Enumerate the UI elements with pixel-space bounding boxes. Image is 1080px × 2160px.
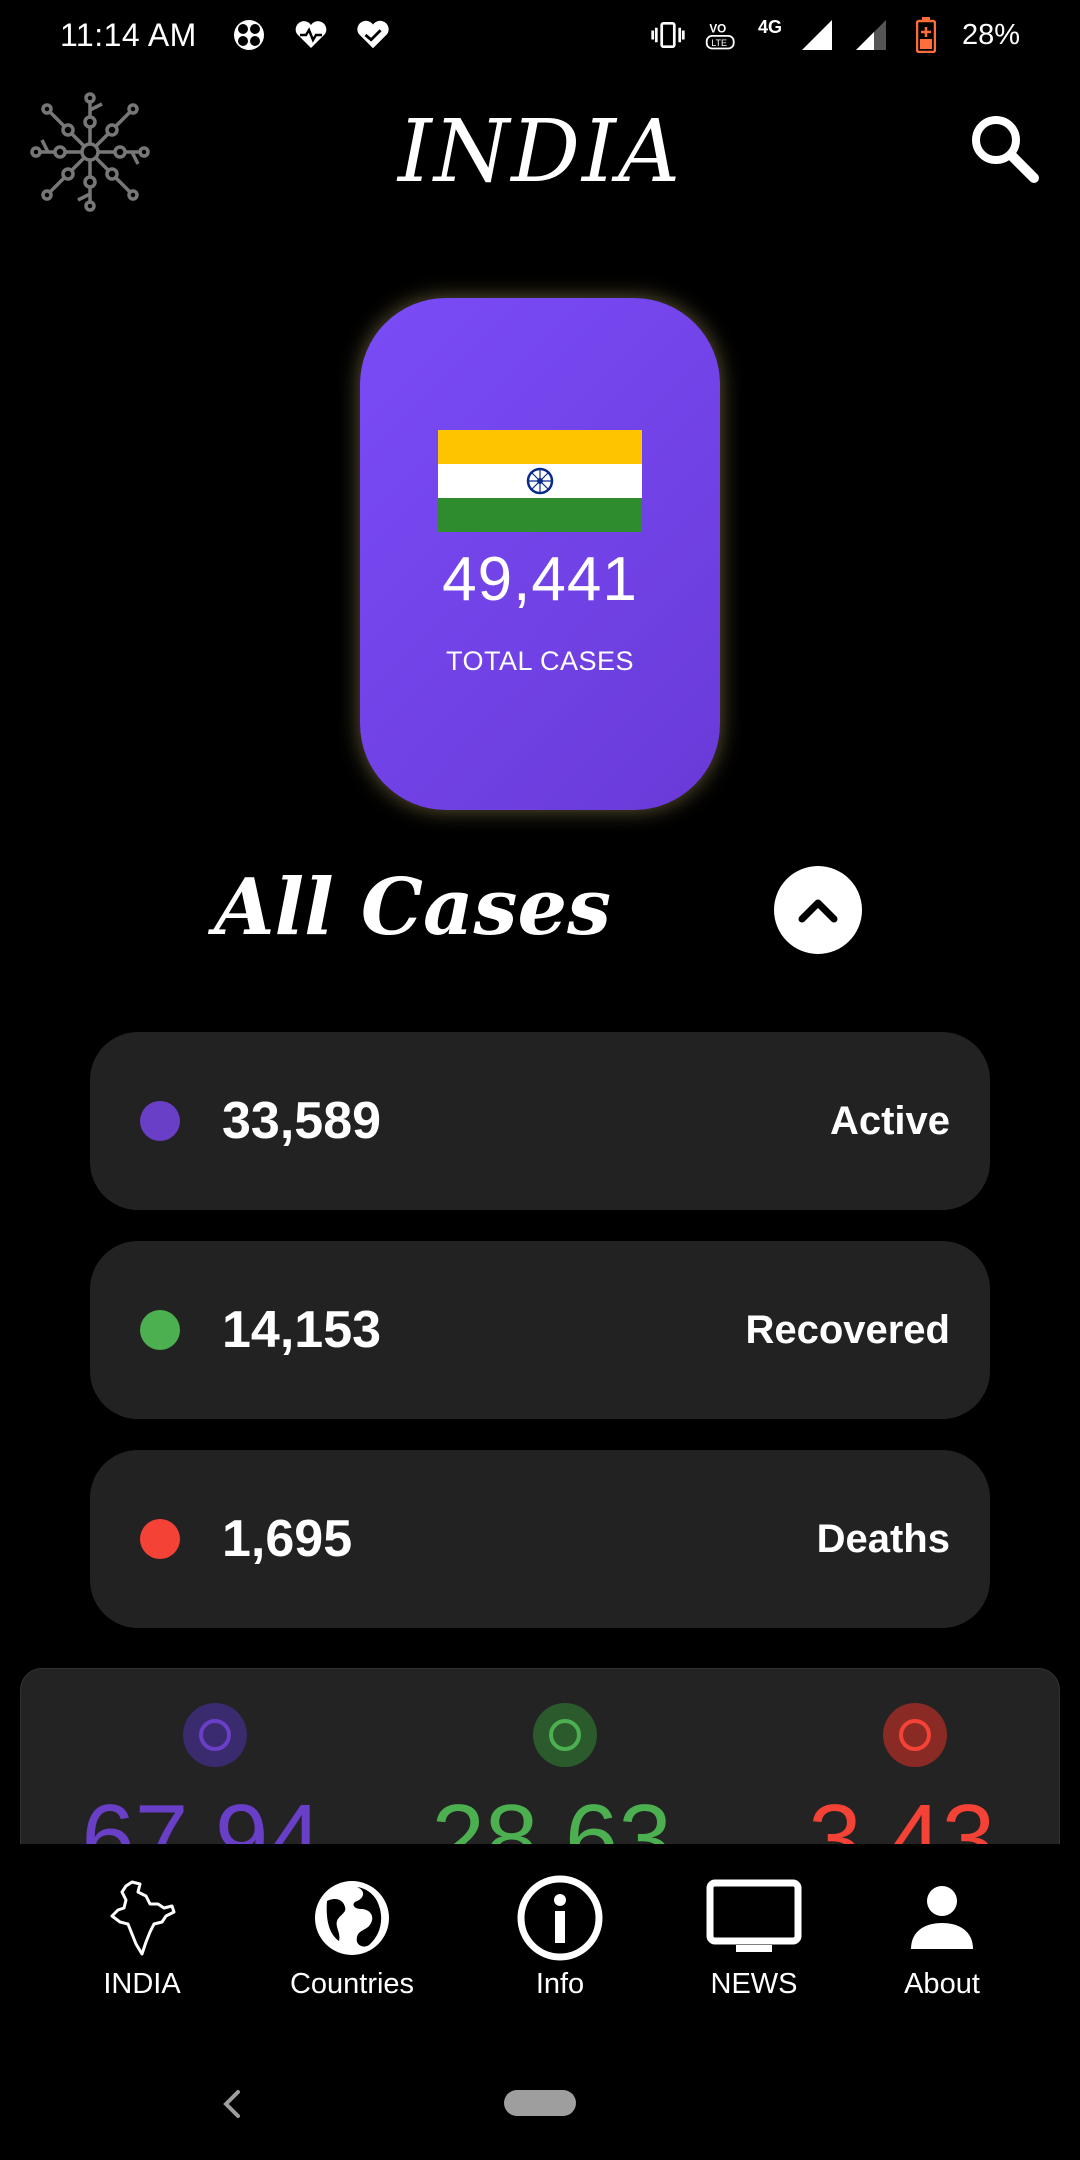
svg-text:VO: VO xyxy=(709,22,726,35)
vibrate-icon xyxy=(650,17,686,53)
health-icon xyxy=(293,17,329,53)
chevron-up-icon xyxy=(798,899,838,923)
nav-countries[interactable]: Countries xyxy=(262,1870,442,2001)
nav-countries-label: Countries xyxy=(289,1968,415,2000)
bottom-nav: INDIA Countries Info NEWS About xyxy=(0,1844,1080,2004)
recovered-count: 14,153 xyxy=(222,1301,382,1359)
section-title: All Cases xyxy=(214,862,612,953)
total-cases-card[interactable]: 49,441 TOTAL CASES xyxy=(360,298,720,810)
signal-2-icon xyxy=(854,17,890,53)
nav-info-label: Info xyxy=(535,1968,585,2000)
battery-icon xyxy=(908,17,944,53)
deaths-percent: 3.43% xyxy=(765,1703,1059,1845)
nav-about-label: About xyxy=(904,1968,980,2000)
total-cases-value: 49,441 xyxy=(442,545,638,614)
header: INDIA xyxy=(0,86,1080,226)
recovered-percent: 28.63% xyxy=(415,1703,715,1844)
status-bar: 11:14 AM VO LTE 4G 28% xyxy=(0,0,1080,70)
active-percent: 67.94% xyxy=(65,1703,365,1844)
globe-icon xyxy=(304,1870,400,1966)
recovered-label: Recovered xyxy=(745,1307,950,1352)
deaths-label: Deaths xyxy=(816,1516,950,1561)
info-icon xyxy=(512,1870,608,1966)
battery-level: 28% xyxy=(961,18,1020,51)
nav-about[interactable]: About xyxy=(852,1870,1032,2001)
nav-india[interactable]: INDIA xyxy=(52,1870,232,2001)
deaths-count: 1,695 xyxy=(222,1510,353,1568)
deaths-percent-value: 3.43 xyxy=(808,1785,996,1845)
recovered-ring-icon xyxy=(533,1703,597,1767)
fan-icon xyxy=(231,17,267,53)
nav-info[interactable]: Info xyxy=(470,1870,650,2001)
total-cases-label: TOTAL CASES xyxy=(445,646,635,676)
recovered-dot xyxy=(140,1310,180,1350)
active-count: 33,589 xyxy=(222,1092,382,1150)
nav-india-label: INDIA xyxy=(103,1968,181,2000)
home-pill[interactable] xyxy=(504,2090,576,2116)
back-icon[interactable] xyxy=(216,2084,248,2124)
volte-icon: VO LTE xyxy=(704,17,740,53)
search-icon[interactable] xyxy=(966,110,1042,186)
case-row-active[interactable]: 33,589 Active xyxy=(90,1032,990,1210)
heart-check-icon xyxy=(355,17,391,53)
signal-icon xyxy=(800,17,836,53)
active-label: Active xyxy=(829,1098,950,1143)
india-map-icon xyxy=(94,1870,190,1966)
active-percent-value: 67.94 xyxy=(81,1785,322,1845)
active-dot xyxy=(140,1101,180,1141)
system-nav-bar xyxy=(0,2060,1080,2140)
percentage-panel: 67.94% 28.63% 3.43% xyxy=(20,1668,1060,1844)
deaths-dot xyxy=(140,1519,180,1559)
nav-news-label: NEWS xyxy=(710,1968,798,2000)
nav-news[interactable]: NEWS xyxy=(664,1870,844,2001)
svg-text:LTE: LTE xyxy=(711,38,727,48)
active-ring-icon xyxy=(183,1703,247,1767)
recovered-percent-value: 28.63 xyxy=(431,1785,672,1845)
person-icon xyxy=(894,1870,990,1966)
tv-icon xyxy=(706,1870,802,1966)
network-type: 4G xyxy=(757,16,782,37)
status-time: 11:14 AM xyxy=(60,16,197,53)
page-title: INDIA xyxy=(397,102,683,202)
india-flag-icon xyxy=(438,430,642,532)
collapse-button[interactable] xyxy=(774,866,862,954)
case-row-recovered[interactable]: 14,153 Recovered xyxy=(90,1241,990,1419)
deaths-ring-icon xyxy=(883,1703,947,1767)
case-row-deaths[interactable]: 1,695 Deaths xyxy=(90,1450,990,1628)
